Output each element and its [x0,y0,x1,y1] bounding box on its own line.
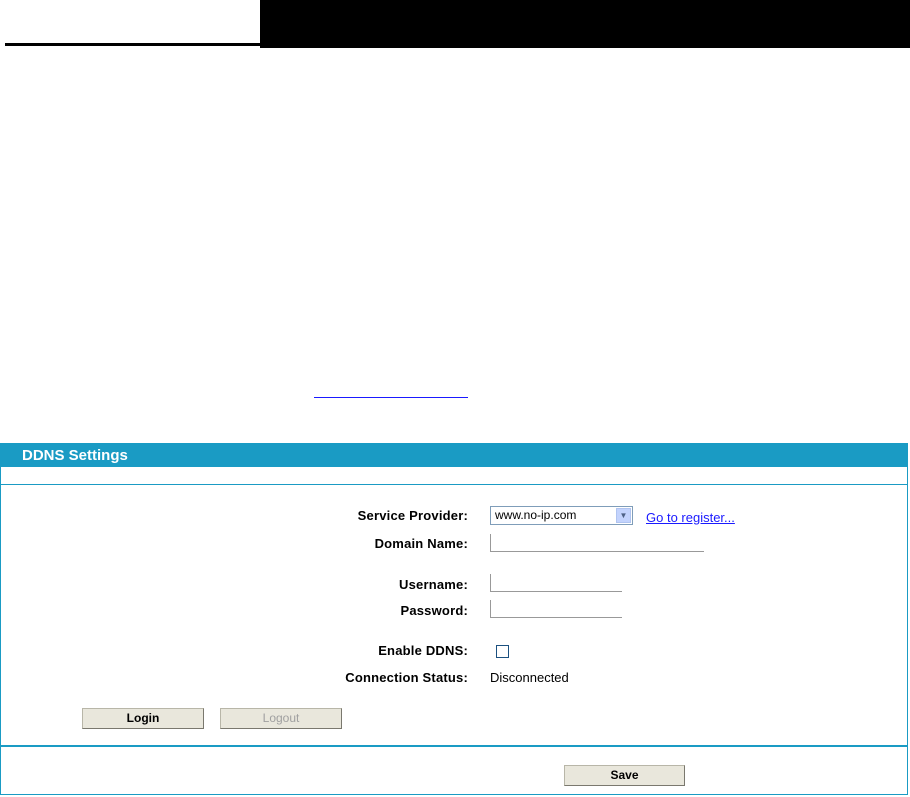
save-button[interactable]: Save [564,765,685,786]
enable-ddns-checkbox[interactable] [496,645,509,658]
panel-title: DDNS Settings [1,444,907,467]
password-input[interactable] [490,600,622,618]
header-left-area [0,0,260,48]
connection-status-value: Disconnected [490,670,569,685]
enable-ddns-label: Enable DDNS: [378,643,468,658]
ddns-settings-panel: DDNS Settings Service Provider: www.no-i… [0,443,908,795]
link-underline-fragment [314,397,468,398]
go-to-register-link[interactable]: Go to register... [646,510,735,525]
logout-button[interactable]: Logout [220,708,342,729]
domain-name-label: Domain Name: [374,536,468,551]
service-provider-value: www.no-ip.com [495,508,577,522]
service-provider-label: Service Provider: [357,508,468,523]
service-provider-select[interactable]: www.no-ip.com ▼ [490,506,633,525]
connection-status-label: Connection Status: [345,670,468,685]
bottom-divider [1,745,907,747]
chevron-down-icon[interactable]: ▼ [616,508,631,523]
username-label: Username: [399,577,468,592]
login-button[interactable]: Login [82,708,204,729]
password-label: Password: [400,603,468,618]
header-bar [0,0,910,48]
header-black-banner [260,0,910,48]
header-divider [5,43,260,46]
title-divider [1,484,907,485]
domain-name-input[interactable] [490,534,704,552]
username-input[interactable] [490,574,622,592]
